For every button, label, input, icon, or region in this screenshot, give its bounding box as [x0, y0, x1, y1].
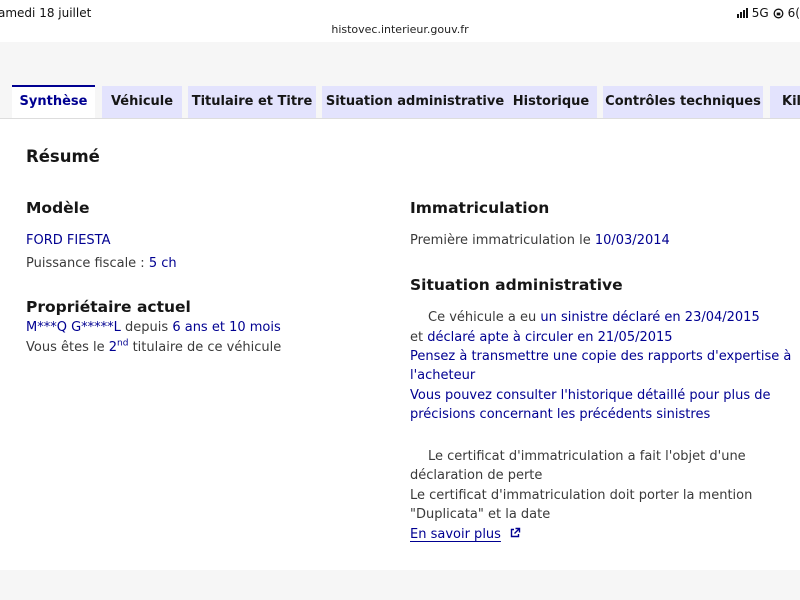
first-registration-date: 10/03/2014: [594, 233, 670, 248]
owner-rank-end: titulaire de ce véhicule: [132, 340, 282, 355]
owner-line: M***Q G*****L depuis 6 ans et 10 mois: [26, 320, 281, 335]
model-name: FORD FIESTA: [26, 233, 111, 248]
tab-controles-techniques[interactable]: Contrôles techniques: [603, 86, 763, 118]
duplicate-line-1: Le certificat d'immatriculation doit por…: [410, 488, 753, 503]
owner-since-label: depuis: [125, 320, 169, 335]
first-registration-label: Première immatriculation le: [410, 233, 591, 248]
summary-title: Résumé: [26, 147, 100, 166]
tab-kilometrage[interactable]: Kil: [770, 86, 800, 118]
status-date: amedi 18 juillet: [0, 6, 92, 20]
owner-rank-prefix: Vous êtes le: [26, 340, 105, 355]
accident-prefix: Ce véhicule a eu: [428, 310, 537, 325]
advice-expertise-line-1: Pensez à transmettre une copie des rappo…: [410, 349, 792, 364]
admin-heading: Situation administrative: [410, 276, 623, 294]
tab-historique[interactable]: Historique: [505, 86, 597, 118]
loss-line-1: Le certificat d'immatriculation a fait l…: [428, 449, 746, 464]
fit-line: et déclaré apte à circuler en 21/05/2015: [410, 330, 673, 345]
network-label: 5G: [751, 6, 769, 20]
orientation-lock-icon: [773, 8, 784, 18]
tab-situation-administrative[interactable]: Situation administrative: [322, 86, 508, 118]
status-bar: amedi 18 juillet 5G 6(: [0, 0, 800, 24]
fiscal-power-label: Puissance fiscale :: [26, 256, 145, 271]
fiscal-power-value: 5 ch: [148, 256, 177, 271]
owner-rank: Vous êtes le 2nd titulaire de ce véhicul…: [26, 338, 282, 355]
fit-date: déclaré apte à circuler en 21/05/2015: [427, 330, 673, 345]
tab-titulaire-et-titre[interactable]: Titulaire et Titre: [188, 86, 316, 118]
learn-more-label[interactable]: En savoir plus: [410, 527, 501, 542]
owner-rank-number: 2nd: [108, 338, 129, 355]
tab-vehicule[interactable]: Véhicule: [102, 86, 182, 118]
tabs-area: Synthèse Véhicule Titulaire et Titre Sit…: [0, 42, 800, 118]
fit-prefix: et: [410, 330, 424, 345]
synthese-panel: Résumé Modèle FORD FIESTA Puissance fisc…: [0, 118, 800, 571]
battery-percent: 6(: [787, 6, 800, 20]
loss-line-2: déclaration de perte: [410, 468, 543, 483]
advice-history-line-1: Vous pouvez consulter l'historique détai…: [410, 388, 771, 403]
owner-rank-suffix: nd: [117, 338, 129, 349]
page-footer-area: [0, 570, 800, 600]
model-heading: Modèle: [26, 199, 90, 217]
owner-since-value: 6 ans et 10 mois: [172, 320, 281, 335]
advice-history-line-2: précisions concernant les précédents sin…: [410, 407, 711, 422]
first-registration: Première immatriculation le 10/03/2014: [410, 233, 670, 248]
owner-name: M***Q G*****L: [26, 320, 121, 335]
advice-expertise-line-2: l'acheteur: [410, 368, 476, 383]
registration-heading: Immatriculation: [410, 199, 550, 217]
fiscal-power: Puissance fiscale : 5 ch: [26, 256, 177, 271]
accident-line: Ce véhicule a eu un sinistre déclaré en …: [428, 310, 760, 325]
accident-date: un sinistre déclaré en 23/04/2015: [540, 310, 760, 325]
learn-more-link[interactable]: En savoir plus: [410, 527, 521, 542]
cellular-signal-icon: [736, 8, 748, 18]
duplicate-line-2: "Duplicata" et la date: [410, 507, 551, 522]
status-indicators: 5G 6(: [736, 6, 800, 20]
external-link-icon: [510, 527, 521, 538]
owner-heading: Propriétaire actuel: [26, 298, 191, 316]
url-bar[interactable]: histovec.interieur.gouv.fr: [0, 23, 800, 36]
tab-synthese[interactable]: Synthèse: [12, 85, 95, 118]
